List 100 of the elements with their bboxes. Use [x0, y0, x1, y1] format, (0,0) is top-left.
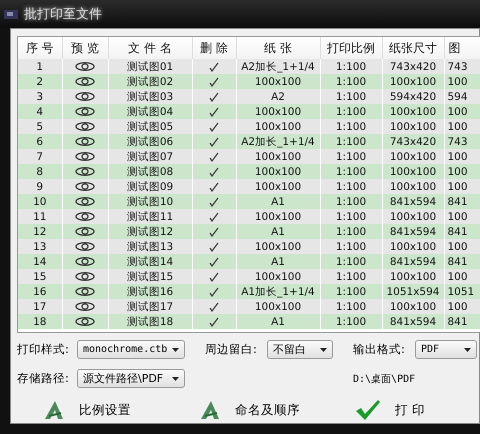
- check-icon[interactable]: [209, 316, 219, 327]
- eye-icon[interactable]: [75, 287, 95, 296]
- caret-icon: [172, 348, 179, 352]
- eye-icon[interactable]: [75, 227, 95, 236]
- table-cell: 100: [444, 299, 480, 314]
- table-cell: 100x100: [382, 299, 444, 314]
- table-cell: 1051x594: [382, 284, 444, 299]
- check-icon[interactable]: [209, 226, 219, 237]
- action-button[interactable]: 命名及顺序: [195, 397, 351, 423]
- table-cell: 100: [444, 74, 480, 89]
- check-icon[interactable]: [209, 302, 219, 312]
- eye-icon[interactable]: [75, 62, 95, 72]
- dropdown[interactable]: 不留白: [267, 340, 333, 359]
- column-header[interactable]: 文 件 名: [108, 37, 192, 59]
- dropdown[interactable]: 源文件路径\PDF: [77, 369, 185, 388]
- table-cell: 100x100: [236, 239, 320, 254]
- eye-icon[interactable]: [75, 317, 95, 326]
- caret-icon: [464, 348, 471, 352]
- action-button[interactable]: 比例设置: [39, 397, 195, 423]
- eye-icon[interactable]: [75, 137, 95, 146]
- check-icon[interactable]: [209, 106, 219, 117]
- eye-icon[interactable]: [75, 167, 95, 176]
- table-cell: 841x594: [382, 314, 444, 329]
- table-cell: 743x420: [382, 134, 444, 149]
- table-cell: 测试图03: [108, 89, 192, 104]
- check-icon[interactable]: [209, 92, 219, 102]
- table-cell: A2加长_1+1/4: [236, 59, 320, 74]
- check-icon[interactable]: [209, 152, 219, 162]
- column-header[interactable]: 纸 张: [236, 37, 320, 59]
- table-cell: 100x100: [236, 74, 320, 89]
- table-cell: 测试图02: [108, 74, 192, 89]
- table-cell: 16: [18, 284, 62, 299]
- table-cell: A1: [236, 194, 320, 209]
- window-title: 批打印至文件: [24, 6, 102, 23]
- check-icon[interactable]: [209, 122, 219, 132]
- eye-icon[interactable]: [75, 92, 95, 102]
- table-cell: 测试图01: [108, 59, 192, 74]
- eye-icon[interactable]: [75, 242, 95, 252]
- check-icon[interactable]: [209, 256, 219, 267]
- table-cell: 1: [18, 59, 62, 74]
- check-icon[interactable]: [209, 76, 219, 87]
- table-cell: 1:100: [320, 149, 382, 164]
- field-label: 存储路径:: [17, 371, 70, 386]
- check-icon[interactable]: [209, 242, 219, 252]
- table-cell: 测试图13: [108, 239, 192, 254]
- table-cell: 14: [18, 254, 62, 269]
- table-cell: 841: [444, 194, 480, 209]
- table-cell: 100x100: [236, 209, 320, 224]
- table-cell: 100x100: [382, 164, 444, 179]
- check-icon[interactable]: [209, 136, 219, 147]
- eye-icon[interactable]: [75, 257, 95, 266]
- field-label: 输出格式:: [353, 342, 406, 357]
- check-icon[interactable]: [209, 62, 219, 72]
- eye-icon[interactable]: [75, 122, 95, 132]
- eye-icon[interactable]: [75, 182, 95, 192]
- check-icon[interactable]: [209, 166, 219, 177]
- compass-icon: [43, 400, 65, 420]
- table-cell: 100x100: [236, 179, 320, 194]
- column-header[interactable]: 打印比例: [320, 37, 382, 59]
- table-cell: 1:100: [320, 314, 382, 329]
- eye-icon[interactable]: [75, 197, 95, 206]
- table-cell: 100x100: [382, 104, 444, 119]
- dropdown[interactable]: monochrome.ctb: [77, 340, 185, 359]
- table-cell: 测试图07: [108, 149, 192, 164]
- table-cell: 100: [444, 179, 480, 194]
- eye-icon[interactable]: [75, 302, 95, 312]
- table-cell: 100: [444, 149, 480, 164]
- column-header[interactable]: 纸张尺寸: [382, 37, 444, 59]
- table-cell: 测试图08: [108, 164, 192, 179]
- table-cell: 100x100: [382, 149, 444, 164]
- table-cell: 100x100: [382, 74, 444, 89]
- table-cell: 4: [18, 104, 62, 119]
- table-cell: 1:100: [320, 104, 382, 119]
- eye-icon[interactable]: [75, 77, 95, 86]
- eye-icon[interactable]: [75, 152, 95, 162]
- column-header[interactable]: 序 号: [18, 37, 62, 59]
- table-cell: 测试图09: [108, 179, 192, 194]
- check-icon[interactable]: [209, 212, 219, 222]
- table-cell: 100x100: [236, 149, 320, 164]
- check-icon: [355, 399, 381, 421]
- table-cell: A1: [236, 254, 320, 269]
- dropdown[interactable]: PDF: [415, 340, 477, 359]
- table-cell: 743: [444, 59, 480, 74]
- check-icon[interactable]: [209, 196, 219, 207]
- table-cell: 100x100: [236, 119, 320, 134]
- table-cell: 测试图10: [108, 194, 192, 209]
- table-cell: 10: [18, 194, 62, 209]
- eye-icon[interactable]: [75, 212, 95, 222]
- field-label: 打印样式:: [17, 342, 70, 357]
- action-button[interactable]: 打 印: [351, 397, 441, 423]
- table-cell: 100: [444, 119, 480, 134]
- check-icon[interactable]: [209, 286, 219, 297]
- table-cell: 100: [444, 239, 480, 254]
- column-header[interactable]: 图: [444, 37, 480, 59]
- check-icon[interactable]: [209, 182, 219, 192]
- eye-icon[interactable]: [75, 107, 95, 116]
- column-header[interactable]: 删 除: [192, 37, 236, 59]
- check-icon[interactable]: [209, 272, 219, 282]
- column-header[interactable]: 预 览: [62, 37, 108, 59]
- eye-icon[interactable]: [75, 272, 95, 282]
